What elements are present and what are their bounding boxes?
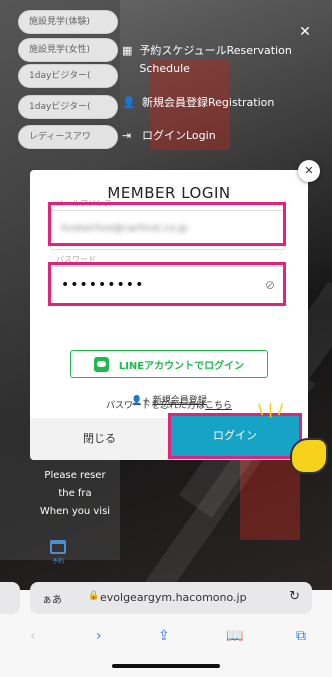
background-text: Please reser the fra When you visi [20,467,130,521]
menu-item-registration[interactable]: 👤 新規会員登録Registration [122,94,274,112]
line-login-label: LINEアカウントでログイン [118,360,245,372]
forgot-text: パスワードを忘れた方は [105,401,205,411]
bg-text-line: Please reser [44,470,106,481]
menu-item-label: 新規会員登録Registration [142,96,275,109]
modal-close-icon[interactable]: ✕ [298,160,320,182]
address-bar[interactable]: ぁあ 🔒 evolgeargym.hacomono.jp ↻ [30,582,312,614]
calendar-icon: ▦ [122,44,133,57]
add-user-icon: 👤 [122,96,136,109]
password-highlight [48,262,286,306]
previous-tab-stub[interactable] [0,582,20,614]
tabs-icon[interactable]: ⧉ [296,628,306,644]
calendar-icon[interactable] [50,540,66,554]
login-icon: ⇥ [122,129,132,142]
bookmarks-icon[interactable]: 📖 [226,628,243,644]
lock-icon: 🔒 [88,591,100,601]
back-icon[interactable]: ‹ [30,628,36,644]
share-icon[interactable]: ⇪ [158,628,170,644]
side-menu: ✕ ▦ 予約スケジュールReservation Schedule 👤 新規会員登… [0,0,332,170]
menu-item-label: 予約スケジュールReservation Schedule [139,44,292,75]
url-text: evolgeargym.hacomono.jp [100,591,247,604]
menu-item-label: ログインLogin [142,129,216,142]
line-icon [93,356,109,372]
line-login-button[interactable]: LINEアカウントでログイン [70,350,268,378]
home-indicator [112,664,220,668]
menu-item-reservation[interactable]: ▦ 予約スケジュールReservation Schedule [122,42,312,78]
login-highlight [168,413,302,459]
calendar-label: 予約 [52,558,65,565]
menu-item-login[interactable]: ⇥ ログインLogin [122,127,216,145]
menu-close-icon[interactable]: ✕ [296,23,314,41]
close-button[interactable]: 閉じる [30,418,169,460]
forward-icon[interactable]: › [96,628,102,644]
reload-icon[interactable]: ↻ [289,589,300,604]
bg-text-line: When you visi [39,506,111,517]
sparkle-icon: \ | / [258,402,284,418]
forgot-link[interactable]: こちら [205,401,232,411]
bg-text-line: the fra [58,488,92,499]
email-highlight [48,202,286,246]
text-size-button[interactable]: ぁあ [42,591,62,606]
pointing-hand-icon [290,438,328,474]
